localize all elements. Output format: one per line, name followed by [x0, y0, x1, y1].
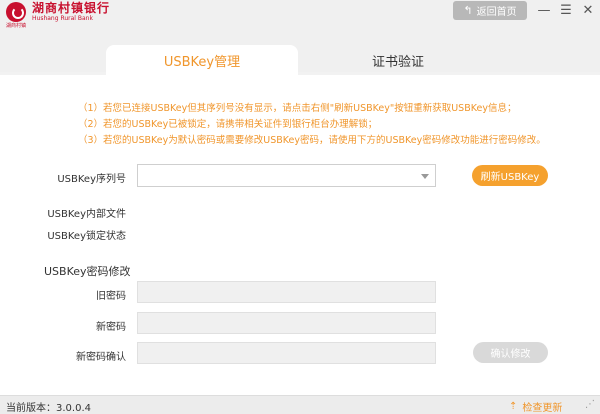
- check-update-link[interactable]: ⇡ 检查更新: [509, 399, 562, 414]
- status-bar: 当前版本：3.0.0.4 ⇡ 检查更新 ⋰: [0, 395, 600, 414]
- bank-logo-icon: [6, 2, 26, 22]
- version-text: 当前版本：3.0.0.4: [6, 403, 91, 414]
- confirm-change-button[interactable]: 确认修改: [473, 342, 548, 363]
- notice-item: （3）若您的USBKey为默认密码或需要修改USBKey密码，请使用下方的USB…: [78, 135, 546, 146]
- confirm-password-field[interactable]: [137, 342, 436, 364]
- check-update-label: 检查更新: [522, 403, 563, 414]
- update-arrow-icon: ⇡: [509, 401, 518, 412]
- back-arrow-icon: ↰: [463, 4, 473, 17]
- refresh-usbkey-button[interactable]: 刷新USBKey: [472, 165, 548, 186]
- serial-select[interactable]: [137, 164, 436, 187]
- bank-name-en: Hushang Rural Bank: [32, 15, 93, 22]
- menu-icon[interactable]: ☰: [558, 3, 574, 19]
- return-home-button[interactable]: ↰ 返回首页: [453, 1, 527, 20]
- close-icon[interactable]: ✕: [580, 3, 596, 19]
- notice-item: （2）若您的USBKey已被锁定，请携带相关证件到银行柜台办理解锁；: [78, 119, 378, 130]
- tab-certificate-verification[interactable]: 证书验证: [302, 45, 494, 75]
- title-bar: 湖商村镇银行 Hushang Rural Bank 湖商村镇 ↰ 返回首页 — …: [0, 0, 600, 75]
- logo-sub-text: 湖商村镇: [6, 23, 27, 29]
- bank-logo: 湖商村镇银行 Hushang Rural Bank: [6, 2, 110, 22]
- resize-grip-icon[interactable]: ⋰: [585, 399, 595, 410]
- new-password-label: 新密码: [96, 322, 126, 333]
- internal-file-label: USBKey内部文件: [47, 209, 126, 220]
- minimize-icon[interactable]: —: [536, 3, 552, 19]
- return-home-label: 返回首页: [476, 7, 517, 18]
- chevron-down-icon: [421, 174, 429, 179]
- confirm-password-label: 新密码确认: [76, 352, 126, 363]
- notice-list: （1）若您已连接USBKey但其序列号没有显示，请点击右侧"刷新USBKey"按…: [78, 101, 546, 149]
- serial-label: USBKey序列号: [57, 174, 126, 185]
- old-password-label: 旧密码: [96, 291, 126, 302]
- notice-item: （1）若您已连接USBKey但其序列号没有显示，请点击右侧"刷新USBKey"按…: [78, 103, 517, 114]
- usbkey-panel: （1）若您已连接USBKey但其序列号没有显示，请点击右侧"刷新USBKey"按…: [0, 75, 600, 395]
- bank-name-cn: 湖商村镇银行: [32, 1, 111, 15]
- old-password-field[interactable]: [137, 281, 436, 303]
- tab-usbkey-management[interactable]: USBKey管理: [106, 45, 298, 75]
- password-section-title: USBKey密码修改: [44, 265, 131, 278]
- lock-status-label: USBKey锁定状态: [47, 231, 126, 242]
- new-password-field[interactable]: [137, 312, 436, 334]
